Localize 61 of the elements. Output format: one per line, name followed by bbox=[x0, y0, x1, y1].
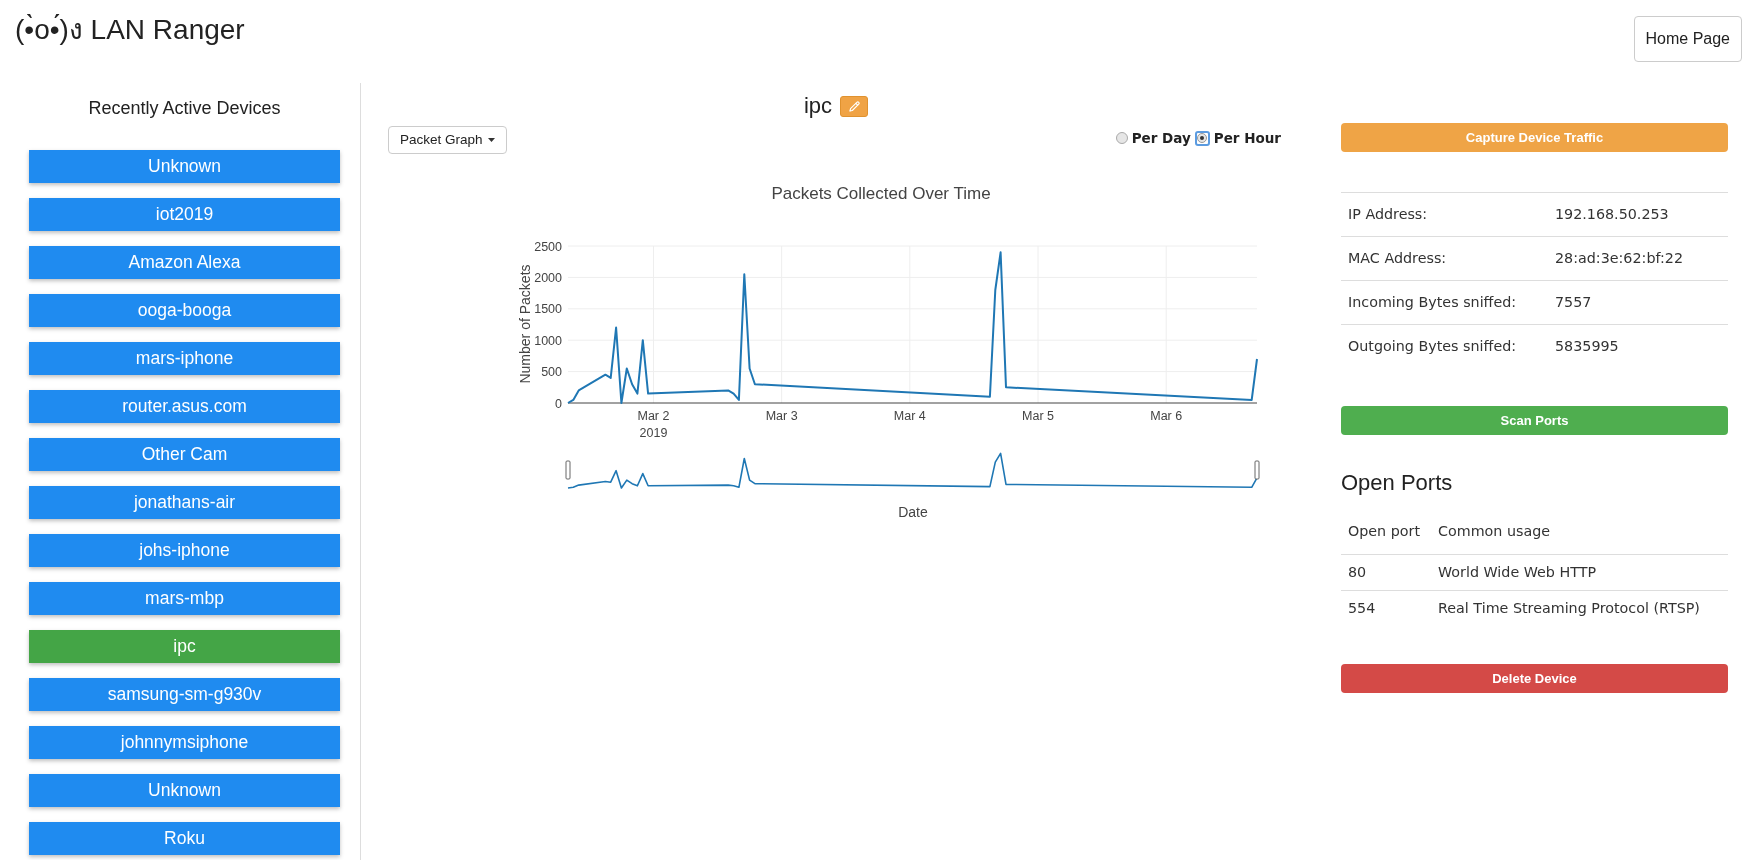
scan-ports-button[interactable]: Scan Ports bbox=[1341, 406, 1728, 435]
info-value: 5835995 bbox=[1555, 336, 1619, 356]
info-label: Incoming Bytes sniffed: bbox=[1347, 292, 1518, 312]
capture-traffic-button[interactable]: Capture Device Traffic bbox=[1341, 123, 1728, 152]
y-tick-label: 2000 bbox=[534, 270, 562, 285]
device-button[interactable]: jonathans-air bbox=[29, 486, 340, 519]
y-axis-title: Number of Packets bbox=[517, 264, 533, 384]
edit-button[interactable] bbox=[840, 95, 869, 117]
x-tick-label: Mar 4 bbox=[893, 409, 926, 423]
device-button[interactable]: johs-iphone bbox=[29, 534, 340, 567]
info-label: MAC Address: bbox=[1347, 248, 1448, 268]
x-tick-label: Mar 6 bbox=[1150, 409, 1183, 423]
info-label: IP Address: bbox=[1347, 204, 1429, 224]
chart-title: Packets Collected Over Time bbox=[771, 184, 991, 203]
device-button[interactable]: Amazon Alexa bbox=[29, 246, 340, 279]
info-label: Outgoing Bytes sniffed: bbox=[1347, 336, 1518, 356]
device-button[interactable]: iot2019 bbox=[29, 198, 340, 231]
table-cell-text: World Wide Web HTTP bbox=[1438, 562, 1597, 582]
radio-button[interactable] bbox=[1115, 132, 1128, 145]
device-button[interactable]: ooga-booga bbox=[29, 294, 340, 327]
device-button[interactable]: mars-iphone bbox=[29, 342, 340, 375]
radio-button[interactable] bbox=[1194, 130, 1210, 146]
device-button[interactable]: Unknown bbox=[29, 150, 340, 183]
caret-icon bbox=[487, 138, 495, 142]
device-button[interactable]: router.asus.com bbox=[29, 390, 340, 423]
x-tick-label: Mar 3 bbox=[765, 409, 798, 423]
range-handle[interactable] bbox=[1254, 460, 1260, 480]
y-tick-label: 500 bbox=[541, 365, 562, 380]
radio-label: Per Hour bbox=[1213, 129, 1281, 148]
table-cell-text: 554 bbox=[1347, 598, 1377, 618]
device-button[interactable]: Roku bbox=[29, 822, 340, 855]
radio-label: Per Day bbox=[1131, 129, 1191, 148]
home-page-button[interactable]: Home Page bbox=[1633, 16, 1742, 62]
info-value: 7557 bbox=[1555, 292, 1592, 312]
sidebar-title: Recently Active Devices bbox=[87, 97, 282, 119]
delete-device-button[interactable]: Delete Device bbox=[1341, 664, 1728, 693]
range-handle[interactable] bbox=[565, 460, 571, 480]
column-header: Common usage bbox=[1438, 521, 1551, 541]
table-cell-text: Real Time Streaming Protocol (RTSP) bbox=[1438, 598, 1700, 618]
app-title: (•̀o•́)ง LAN Ranger bbox=[14, 13, 245, 47]
pencil-icon bbox=[848, 100, 860, 112]
table-cell-text: 80 bbox=[1347, 562, 1368, 582]
section-heading: Open Ports bbox=[1341, 470, 1454, 496]
x-axis-title: Date bbox=[898, 504, 928, 520]
x-tick-label: Mar 2 2019 bbox=[637, 409, 670, 440]
device-button[interactable]: samsung-sm-g930v bbox=[29, 678, 340, 711]
column-header: Open port bbox=[1347, 521, 1422, 541]
x-tick-label: Mar 5 bbox=[1022, 409, 1054, 423]
info-value: 28:ad:3e:62:bf:22 bbox=[1555, 248, 1683, 268]
device-title: ipc bbox=[803, 95, 833, 117]
y-tick-label: 0 bbox=[555, 396, 562, 411]
device-button[interactable]: Other Cam bbox=[29, 438, 340, 471]
device-button[interactable]: johnnymsiphone bbox=[29, 726, 340, 759]
device-button[interactable]: mars-mbp bbox=[29, 582, 340, 615]
y-tick-label: 1000 bbox=[534, 333, 562, 348]
y-tick-label: 2500 bbox=[534, 239, 562, 254]
device-button[interactable]: Unknown bbox=[29, 774, 340, 807]
y-tick-label: 1500 bbox=[534, 302, 562, 317]
info-value: 192.168.50.253 bbox=[1555, 204, 1669, 224]
view-dropdown[interactable]: Packet Graph bbox=[388, 126, 507, 154]
device-button[interactable]: ipc bbox=[29, 630, 340, 663]
